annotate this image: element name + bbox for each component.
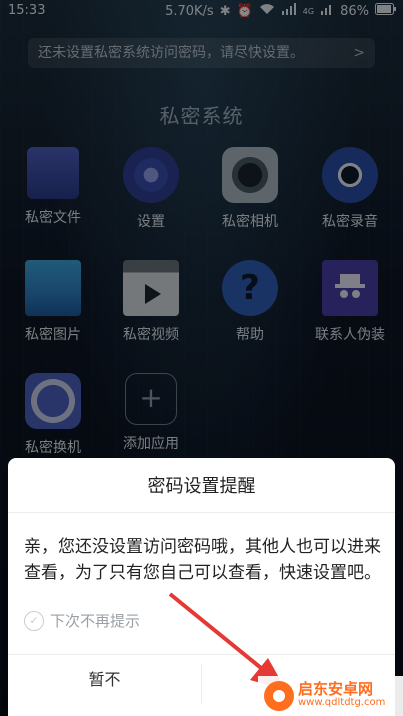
site-watermark: 启东安卓网 www.qdltdtg.com (258, 676, 403, 716)
watermark-url: www.qdltdtg.com (298, 697, 386, 708)
annotation-arrow (168, 592, 286, 690)
watermark-logo-icon (264, 681, 294, 711)
watermark-name: 启东安卓网 (298, 680, 374, 698)
